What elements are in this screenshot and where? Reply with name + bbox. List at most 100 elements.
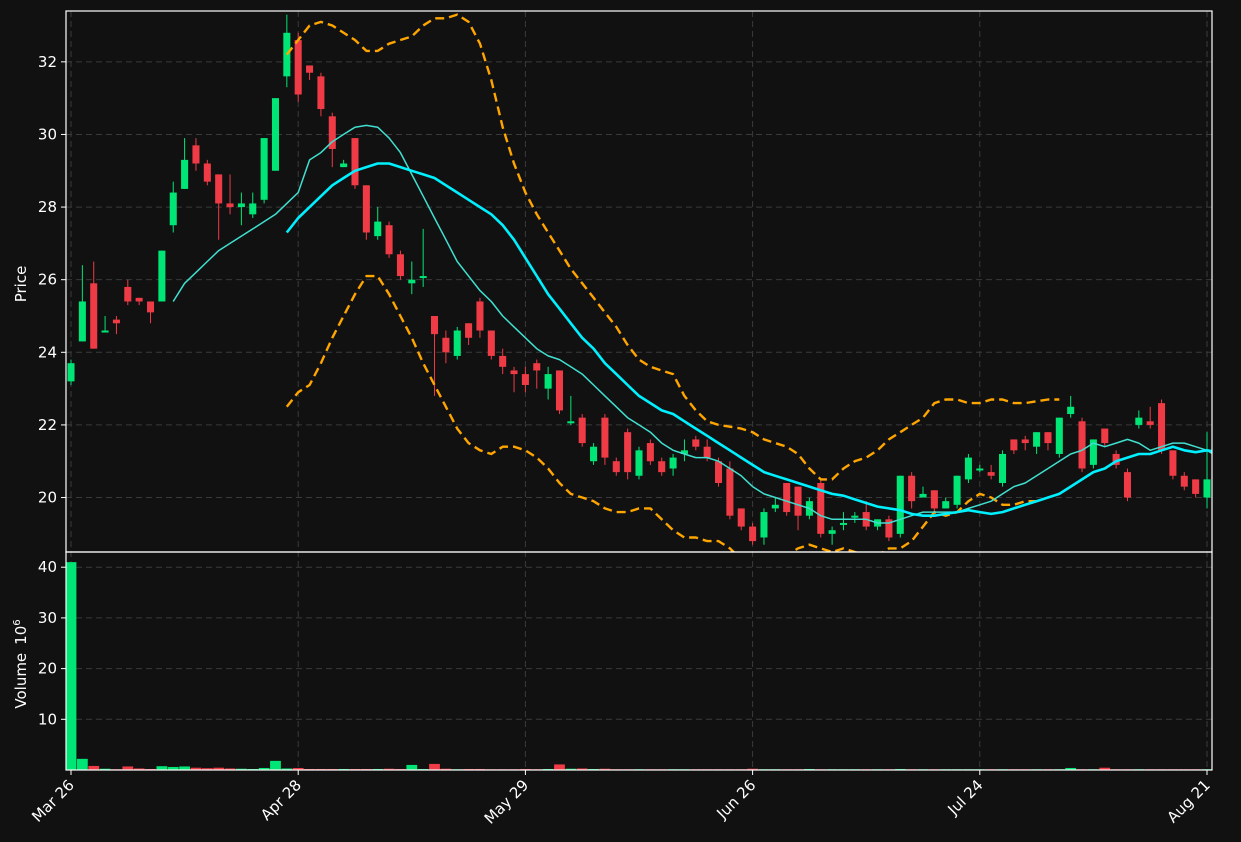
candle-body (601, 417, 609, 458)
candle-body (124, 286, 132, 302)
volume-bar (554, 764, 565, 770)
candle-body (1055, 417, 1063, 454)
candle-body (1044, 432, 1052, 444)
volume-tick-label: 40 (38, 558, 57, 576)
candle-body (646, 443, 654, 462)
candle-body (919, 493, 927, 498)
candle-body (271, 98, 280, 171)
candle-body (828, 530, 836, 534)
volume-axis-label-text: Volume (12, 653, 30, 709)
candle-body (1169, 450, 1177, 476)
candle-body (737, 508, 745, 527)
candle-body (976, 468, 984, 471)
candle-body (771, 504, 779, 509)
candle-body (942, 501, 950, 509)
candle-body (590, 446, 598, 462)
candle-body (839, 522, 848, 525)
volume-bar (429, 763, 440, 770)
candle-body (510, 370, 518, 375)
candle-body (90, 283, 98, 349)
candle-body (135, 297, 143, 302)
price-tick-label: 32 (38, 53, 57, 71)
candle-body (203, 163, 211, 182)
candle-body (430, 315, 439, 335)
candle-body (1180, 475, 1188, 487)
volume-bar (88, 765, 100, 770)
volume-tick-label: 10 (38, 710, 57, 728)
price-tick-label: 22 (38, 416, 57, 434)
candle-body (930, 490, 938, 509)
volume-bar (270, 760, 281, 770)
candle-body (964, 457, 972, 480)
candle-body (783, 483, 791, 513)
candle-body (612, 461, 620, 473)
volume-bar (406, 764, 418, 770)
candle-body (1158, 403, 1166, 451)
candle-body (419, 276, 427, 279)
candle-body (987, 472, 995, 476)
candle-body (101, 330, 109, 333)
volume-tick-label: 20 (38, 660, 57, 678)
price-tick-label: 24 (38, 343, 57, 361)
candle-body (1078, 421, 1086, 469)
price-tick-label: 30 (38, 125, 57, 143)
candle-body (351, 138, 359, 186)
candle-body (658, 461, 666, 473)
candle-body (1135, 417, 1143, 425)
candle-body (794, 486, 802, 516)
candle-body (362, 185, 370, 233)
volume-bar (76, 758, 88, 770)
candle-body (1010, 439, 1018, 451)
candle-body (669, 457, 677, 469)
candle-body (306, 65, 314, 73)
candle-body (192, 145, 200, 164)
price-tick-label: 20 (38, 489, 57, 507)
candle-body (1123, 472, 1132, 498)
candle-body (578, 417, 586, 444)
candle-body (1021, 439, 1029, 444)
candle-body (237, 203, 245, 208)
chart-background (0, 0, 1241, 842)
candle-body (215, 174, 223, 204)
price-tick-label: 28 (38, 198, 57, 216)
candle-body (1192, 479, 1200, 494)
volume-axis-exponent: 6 (12, 619, 23, 625)
candle-body (533, 363, 541, 371)
candle-body (998, 453, 1007, 484)
candle-body (385, 225, 393, 255)
candle-body (158, 250, 166, 302)
candle-body (760, 512, 768, 538)
candle-body (544, 374, 552, 389)
price-tick-label: 26 (38, 271, 57, 289)
candle-body (408, 279, 416, 284)
candle-body (340, 163, 348, 168)
candle-body (624, 432, 632, 473)
candle-body (226, 203, 234, 208)
candle-body (1146, 421, 1154, 425)
candle-body (851, 515, 859, 518)
candle-body (714, 461, 723, 484)
volume-axis-exponent-base: 10 (12, 626, 30, 645)
volume-axis-label: Volume 106 (12, 619, 30, 708)
candle-body (499, 355, 507, 367)
candle-body (953, 475, 961, 505)
candle-body (726, 468, 734, 516)
candle-body (1067, 406, 1075, 415)
candle-body (476, 301, 484, 331)
candle-body (487, 330, 495, 356)
candle-body (555, 370, 564, 411)
candle-body (146, 301, 155, 313)
candle-body (112, 319, 120, 324)
candle-body (260, 138, 268, 200)
candle-body (1101, 428, 1109, 444)
candle-body (1203, 479, 1211, 498)
candle-body (453, 330, 461, 356)
candle-body (703, 446, 711, 458)
candle-body (442, 337, 450, 353)
candle-body (396, 254, 404, 277)
candle-body (181, 159, 189, 189)
candle-body (294, 40, 302, 95)
candle-body (896, 475, 904, 534)
candle-body (692, 439, 700, 447)
candle-body (465, 323, 473, 338)
